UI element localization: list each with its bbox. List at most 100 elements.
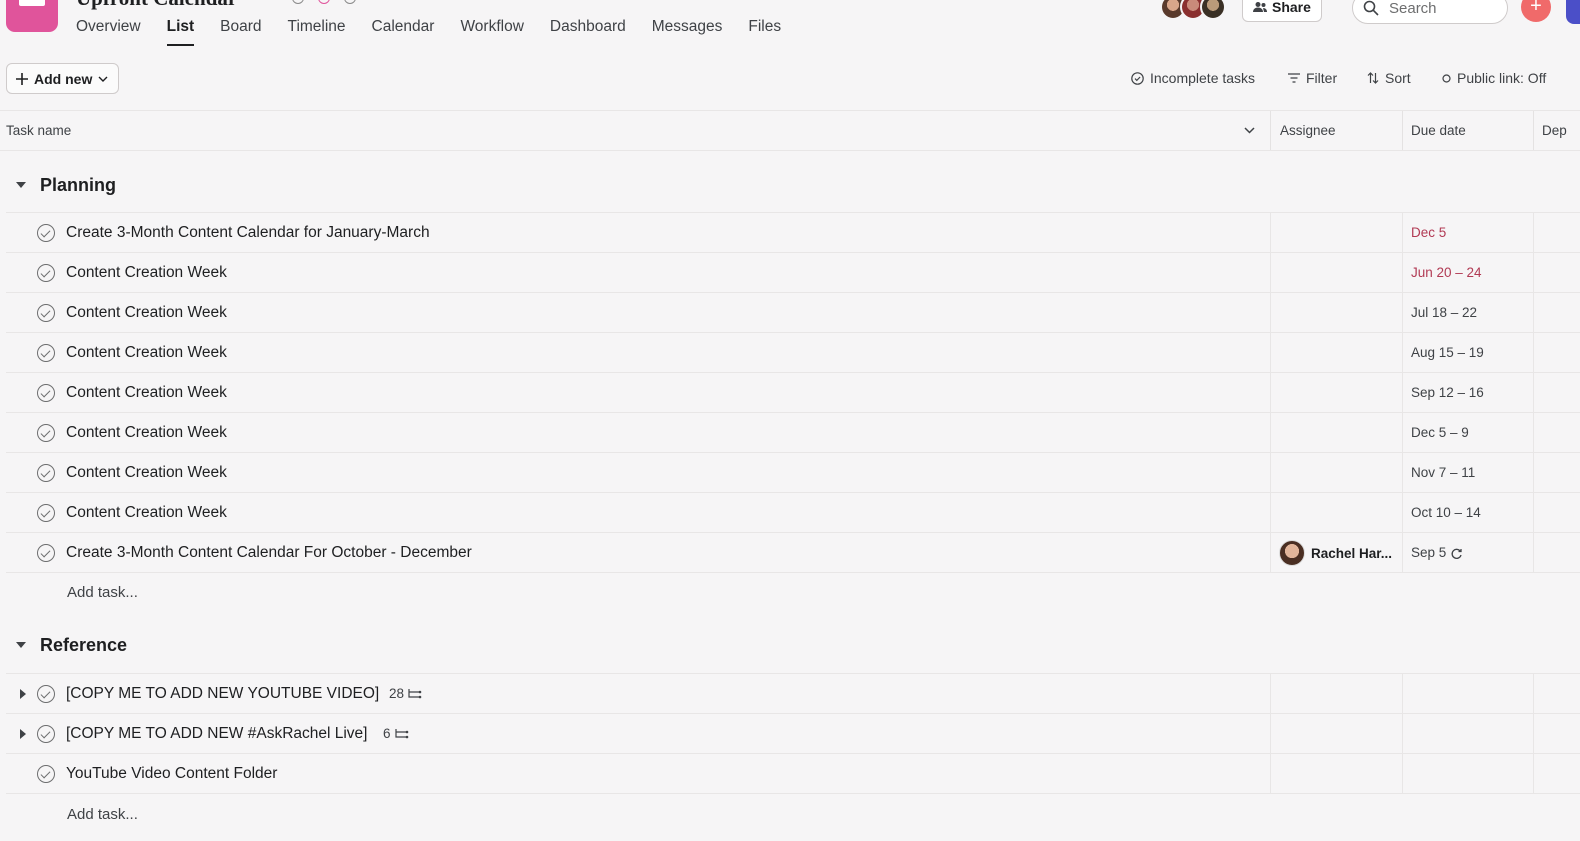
complete-check-icon[interactable]	[37, 765, 55, 783]
complete-check-icon[interactable]	[37, 424, 55, 442]
complete-check-icon[interactable]	[37, 464, 55, 482]
due-date[interactable]: Sep 12 – 16	[1411, 373, 1484, 413]
due-date[interactable]: Dec 5 – 9	[1411, 413, 1469, 453]
public-link-toggle[interactable]: Public link: Off	[1442, 70, 1546, 86]
cell-divider	[1270, 674, 1271, 714]
task-row[interactable]: Content Creation Week Jun 20 – 24	[6, 253, 1580, 293]
cell-divider	[1533, 533, 1534, 573]
column-divider[interactable]	[1533, 111, 1534, 150]
due-date[interactable]: Oct 10 – 14	[1411, 493, 1481, 533]
project-options-icon[interactable]	[292, 0, 304, 4]
task-name[interactable]: Content Creation Week	[66, 253, 227, 293]
favorite-star-icon[interactable]	[318, 0, 330, 4]
task-name[interactable]: Content Creation Week	[66, 413, 227, 453]
tab-workflow[interactable]: Workflow	[447, 16, 536, 46]
complete-check-icon[interactable]	[37, 384, 55, 402]
tab-overview[interactable]: Overview	[76, 16, 154, 46]
column-divider[interactable]	[1270, 111, 1271, 150]
tab-calendar[interactable]: Calendar	[359, 16, 448, 46]
collapse-caret-icon[interactable]	[16, 182, 26, 188]
task-name[interactable]: Create 3-Month Content Calendar for Janu…	[66, 213, 430, 253]
add-task-link[interactable]: Add task...	[67, 806, 138, 823]
tab-messages[interactable]: Messages	[639, 16, 736, 46]
complete-check-icon[interactable]	[37, 344, 55, 362]
subtask-count[interactable]: 6	[383, 714, 409, 754]
task-name[interactable]: [COPY ME TO ADD NEW #AskRachel Live]	[66, 714, 368, 754]
tab-files[interactable]: Files	[735, 16, 794, 46]
column-dependencies[interactable]: Dep	[1542, 111, 1567, 151]
section-header-reference[interactable]: Reference	[0, 625, 1580, 665]
task-row[interactable]: Create 3-Month Content Calendar for Janu…	[6, 213, 1580, 253]
task-name[interactable]: Content Creation Week	[66, 493, 227, 533]
share-button[interactable]: Share	[1242, 0, 1322, 22]
task-name[interactable]: Create 3-Month Content Calendar For Octo…	[66, 533, 472, 573]
due-date[interactable]: Jun 20 – 24	[1411, 253, 1482, 293]
tab-list[interactable]: List	[154, 16, 208, 46]
section-title[interactable]: Planning	[40, 175, 116, 196]
side-panel-tab[interactable]	[1566, 0, 1580, 24]
column-assignee[interactable]: Assignee	[1280, 111, 1336, 151]
task-row[interactable]: Create 3-Month Content Calendar For Octo…	[6, 533, 1580, 573]
complete-check-icon[interactable]	[37, 304, 55, 322]
task-name[interactable]: YouTube Video Content Folder	[66, 754, 277, 794]
complete-check-icon[interactable]	[37, 544, 55, 562]
column-due-date[interactable]: Due date	[1411, 111, 1466, 151]
tab-dashboard[interactable]: Dashboard	[537, 16, 639, 46]
cell-divider	[1533, 333, 1534, 373]
collapse-caret-icon[interactable]	[16, 642, 26, 648]
task-row[interactable]: [COPY ME TO ADD NEW YOUTUBE VIDEO] 28	[6, 674, 1580, 714]
quick-add-button[interactable]: +	[1521, 0, 1551, 22]
project-title[interactable]: Upfront Calendar	[76, 0, 237, 11]
project-members[interactable]	[1160, 0, 1226, 20]
task-row[interactable]: Content Creation Week Sep 12 – 16	[6, 373, 1580, 413]
task-row[interactable]: Content Creation Week Jul 18 – 22	[6, 293, 1580, 333]
complete-check-icon[interactable]	[37, 264, 55, 282]
expand-caret-icon[interactable]	[20, 729, 26, 739]
complete-check-icon[interactable]	[37, 224, 55, 242]
task-row[interactable]: YouTube Video Content Folder	[6, 754, 1580, 794]
search-bar[interactable]	[1352, 0, 1508, 24]
chevron-down-icon[interactable]	[1244, 127, 1255, 134]
task-row[interactable]: [COPY ME TO ADD NEW #AskRachel Live] 6	[6, 714, 1580, 754]
due-date[interactable]: Nov 7 – 11	[1411, 453, 1475, 493]
cell-divider	[1270, 413, 1271, 453]
expand-caret-icon[interactable]	[20, 689, 26, 699]
task-row[interactable]: Content Creation Week Nov 7 – 11	[6, 453, 1580, 493]
task-name[interactable]: Content Creation Week	[66, 293, 227, 333]
column-divider[interactable]	[1402, 111, 1403, 150]
task-name[interactable]: Content Creation Week	[66, 373, 227, 413]
task-name[interactable]: Content Creation Week	[66, 333, 227, 373]
due-date[interactable]: Jul 18 – 22	[1411, 293, 1477, 333]
task-name[interactable]: [COPY ME TO ADD NEW YOUTUBE VIDEO]	[66, 674, 379, 714]
section-header-planning[interactable]: Planning	[0, 165, 1580, 205]
filter-button[interactable]: Filter	[1288, 70, 1337, 86]
column-task-name[interactable]: Task name	[6, 111, 71, 151]
assignee-cell[interactable]: Rachel Har...	[1279, 540, 1392, 566]
project-logo-icon[interactable]	[6, 0, 58, 32]
add-new-button[interactable]: Add new	[6, 63, 120, 94]
cell-divider	[1270, 333, 1271, 373]
search-input[interactable]	[1389, 0, 1489, 17]
complete-check-icon[interactable]	[37, 685, 55, 703]
due-date[interactable]: Dec 5	[1411, 213, 1446, 253]
due-date: Sep 5	[1411, 545, 1447, 560]
sort-button[interactable]: Sort	[1367, 70, 1411, 86]
due-date-cell[interactable]: Sep 5	[1411, 533, 1463, 573]
task-row[interactable]: Content Creation Week Dec 5 – 9	[6, 413, 1580, 453]
section-title[interactable]: Reference	[40, 635, 127, 656]
tab-board[interactable]: Board	[207, 16, 274, 46]
add-task-link[interactable]: Add task...	[67, 584, 138, 601]
tab-timeline[interactable]: Timeline	[275, 16, 359, 46]
people-icon	[1253, 2, 1267, 12]
task-name[interactable]: Content Creation Week	[66, 453, 227, 493]
filter-icon	[1288, 73, 1300, 83]
incomplete-tasks-filter[interactable]: Incomplete tasks	[1131, 70, 1255, 86]
complete-check-icon[interactable]	[37, 725, 55, 743]
complete-check-icon[interactable]	[37, 504, 55, 522]
status-icon[interactable]	[344, 0, 356, 4]
task-row[interactable]: Content Creation Week Aug 15 – 19	[6, 333, 1580, 373]
due-date[interactable]: Aug 15 – 19	[1411, 333, 1484, 373]
member-avatar[interactable]	[1200, 0, 1226, 20]
subtask-count[interactable]: 28	[389, 674, 422, 714]
task-row[interactable]: Content Creation Week Oct 10 – 14	[6, 493, 1580, 533]
